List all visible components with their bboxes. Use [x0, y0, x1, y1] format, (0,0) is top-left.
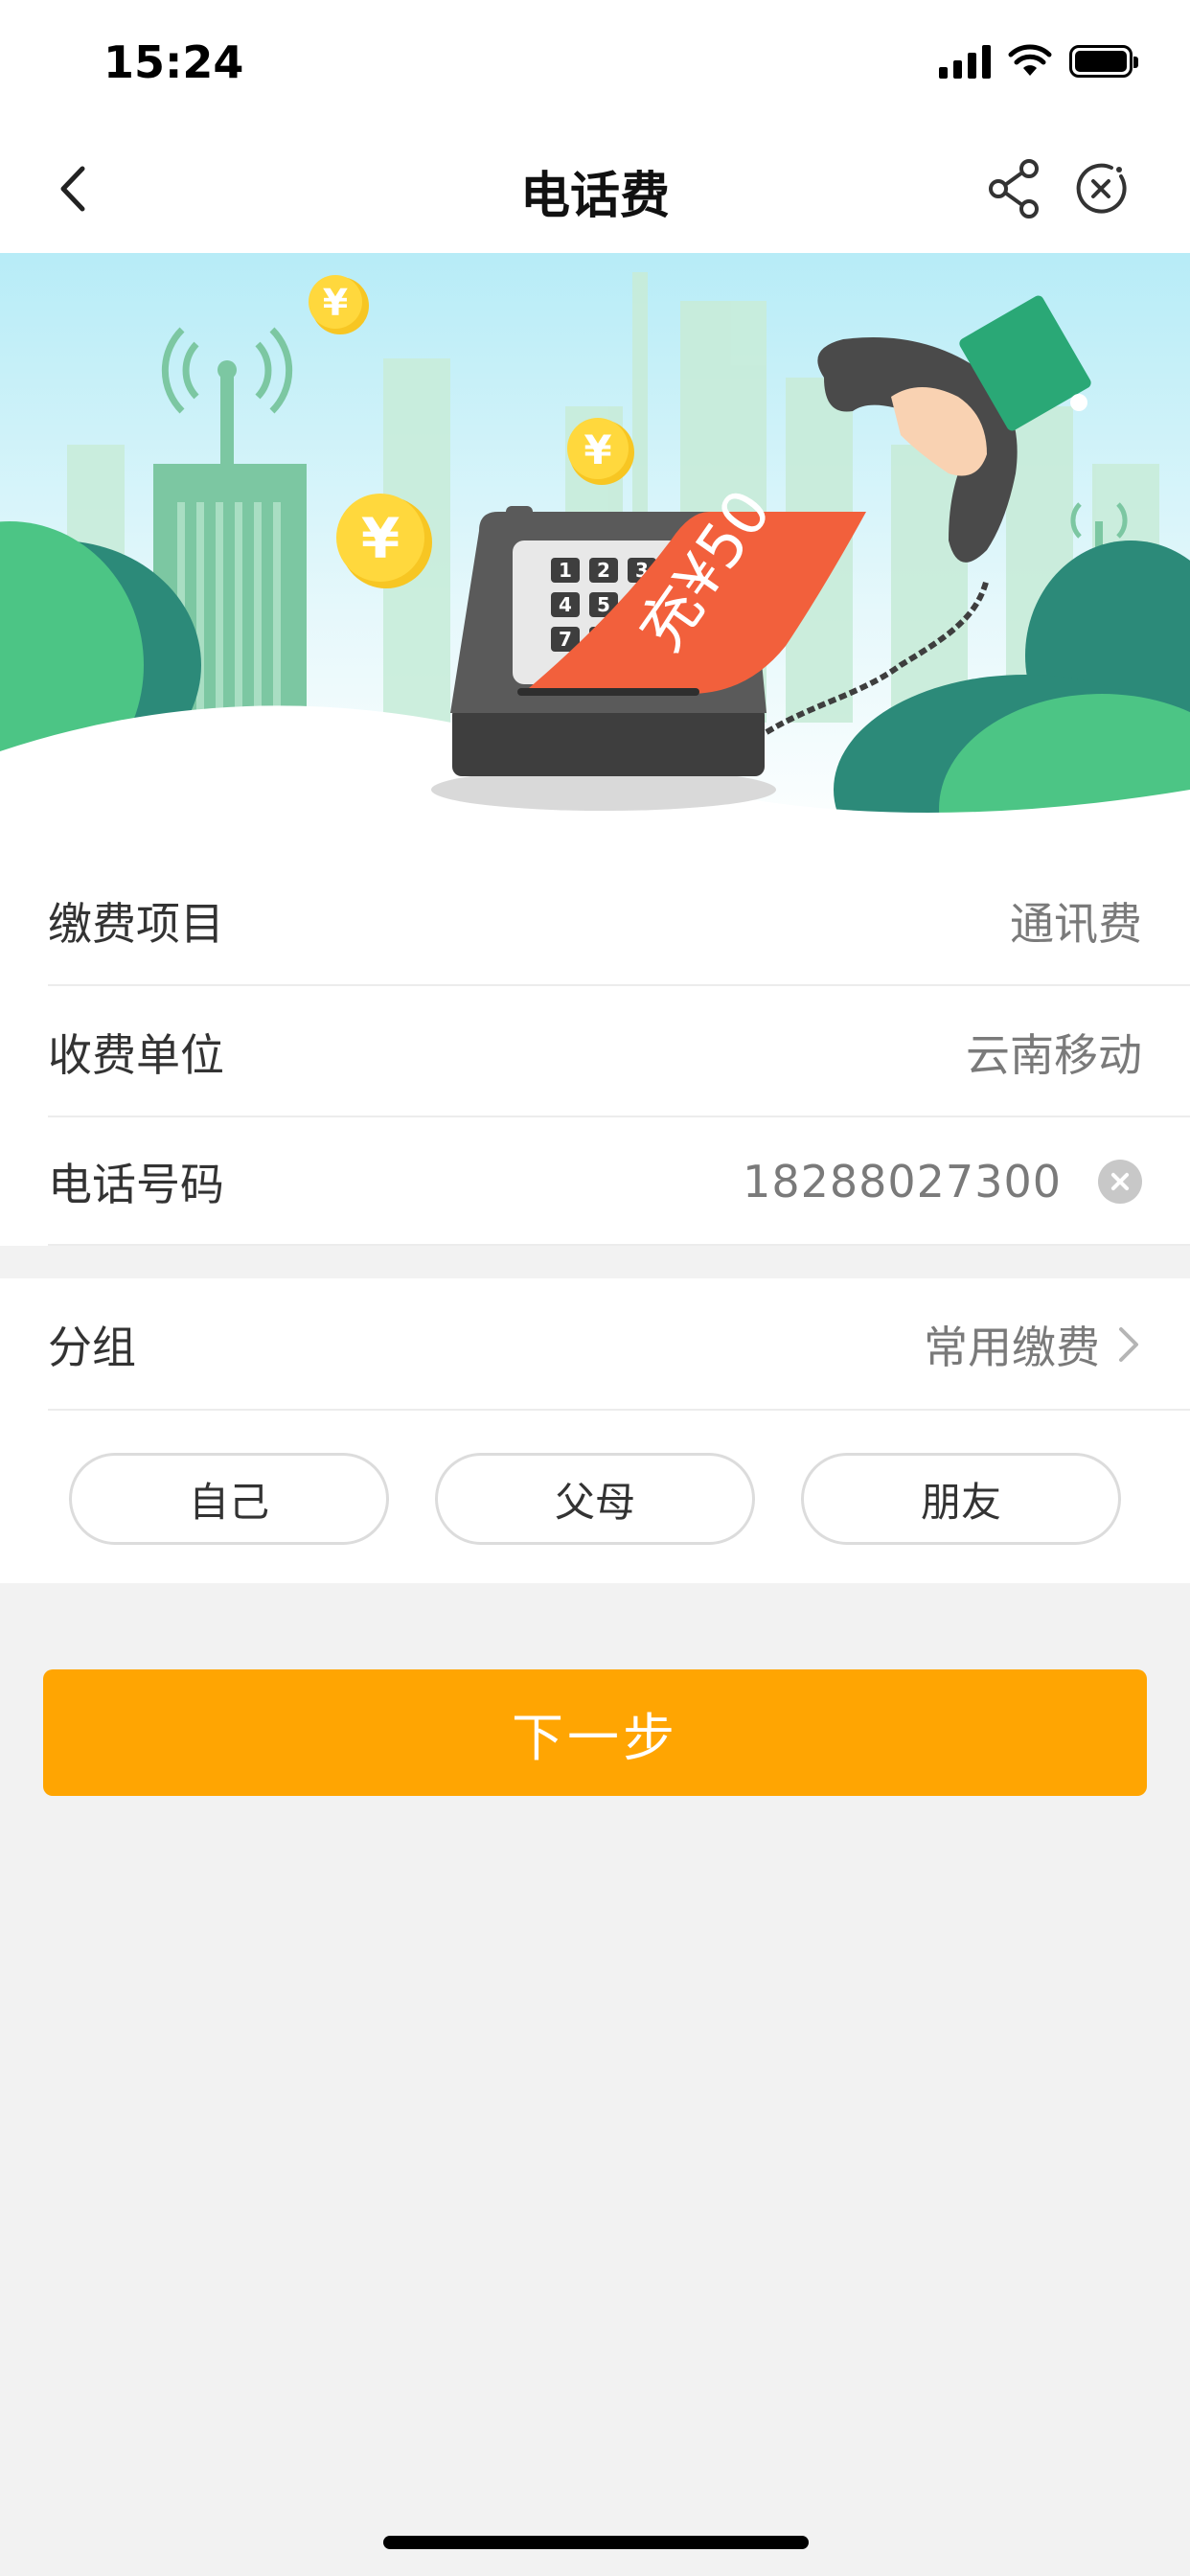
svg-text:4: 4	[559, 593, 572, 616]
phone-number-label: 电话号码	[48, 1159, 224, 1210]
group-section: 分组 常用缴费 自己 父母 朋友	[0, 1278, 1190, 1583]
share-icon[interactable]	[981, 155, 1048, 222]
battery-icon	[1069, 45, 1138, 78]
payment-item-label: 缴费项目	[48, 897, 224, 950]
clear-icon[interactable]	[1098, 1160, 1142, 1204]
group-value: 常用缴费	[924, 1322, 1100, 1373]
phone-number-row: 电话号码 18288027300	[0, 1117, 1190, 1246]
chevron-right-icon	[1119, 1327, 1138, 1362]
payee-label: 收费单位	[48, 1028, 224, 1081]
status-bar: 15:24	[0, 0, 1190, 126]
group-row[interactable]: 分组 常用缴费	[0, 1278, 1190, 1411]
chip-self[interactable]: 自己	[69, 1453, 389, 1545]
svg-text:¥: ¥	[323, 282, 348, 324]
status-icons	[939, 44, 1138, 79]
navigation-bar: 电话费	[0, 126, 1190, 253]
cellular-signal-icon	[939, 44, 991, 79]
home-indicator[interactable]	[383, 2536, 809, 2549]
group-chips: 自己 父母 朋友	[0, 1453, 1190, 1545]
payee-value: 云南移动	[966, 1028, 1142, 1081]
chip-parents[interactable]: 父母	[435, 1453, 755, 1545]
wifi-icon	[1008, 44, 1052, 76]
svg-text:2: 2	[597, 559, 610, 582]
telephone-recharge-illustration: ¥ ¥ ¥ 123 456 78	[0, 253, 1190, 855]
close-mini-program-icon[interactable]	[1067, 155, 1134, 222]
payment-item-row: 缴费项目 通讯费	[0, 855, 1190, 986]
svg-text:¥: ¥	[584, 426, 611, 473]
status-time: 15:24	[103, 36, 244, 88]
next-step-button[interactable]: 下一步	[43, 1669, 1147, 1796]
payment-item-value: 通讯费	[1010, 897, 1142, 950]
payment-info-form: 缴费项目 通讯费 收费单位 云南移动 电话号码 18288027300	[0, 855, 1190, 1246]
svg-text:5: 5	[597, 593, 610, 616]
chip-friends[interactable]: 朋友	[801, 1453, 1121, 1545]
banner-illustration: ¥ ¥ ¥ 123 456 78	[0, 253, 1190, 855]
payee-row: 收费单位 云南移动	[0, 986, 1190, 1117]
svg-text:1: 1	[559, 559, 572, 582]
svg-text:7: 7	[559, 628, 572, 651]
phone-number-input[interactable]: 18288027300	[743, 1156, 1062, 1208]
group-label: 分组	[48, 1322, 136, 1373]
svg-text:¥: ¥	[361, 506, 400, 571]
